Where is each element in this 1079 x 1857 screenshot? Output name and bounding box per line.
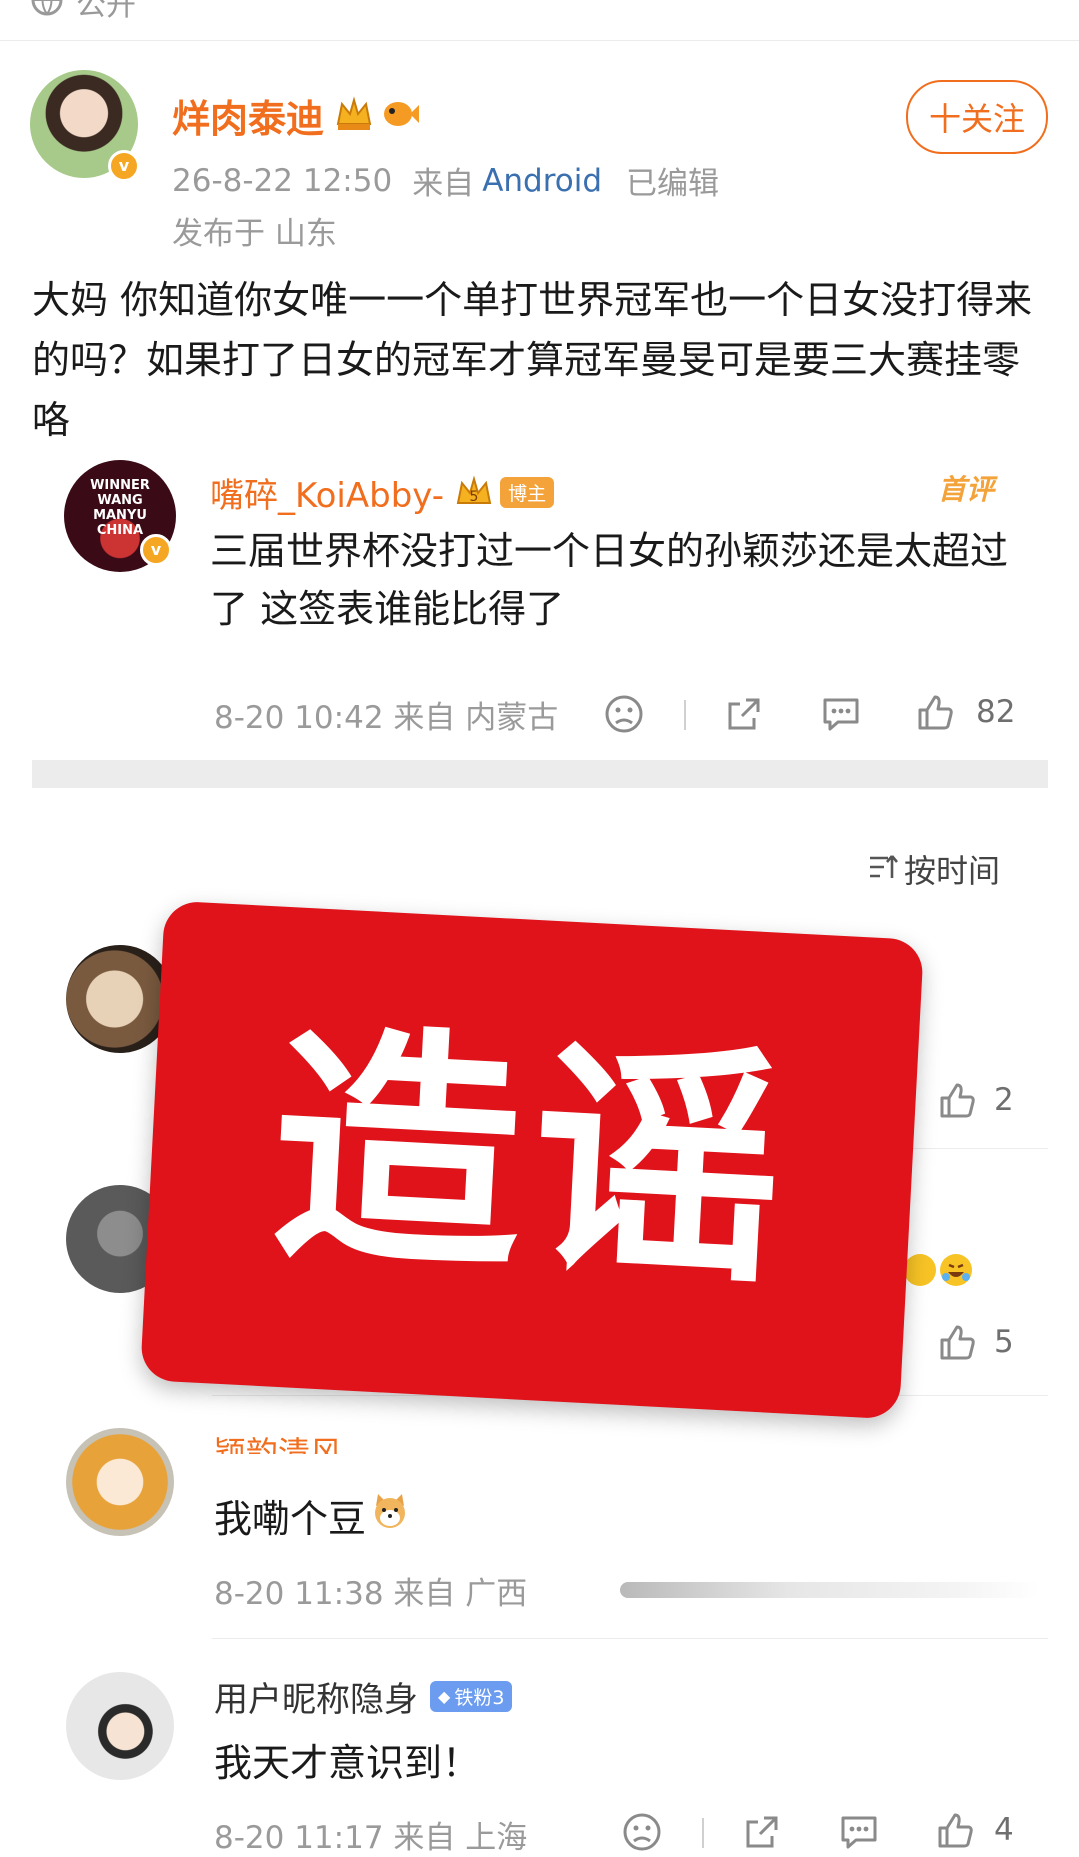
source-prefix: 来自	[412, 166, 475, 202]
sort-label: 按时间	[904, 852, 1001, 890]
sort-control[interactable]: 按时间	[868, 846, 1000, 892]
divider	[0, 40, 1079, 41]
quoted-text: 三届世界杯没打过一个日女的孙颖莎还是太超过了 这签表谁能比得了	[210, 529, 1009, 631]
action-separator	[702, 1818, 704, 1848]
comment-user-row: 用户昵称隐身 ◆ 铁粉3	[214, 1672, 513, 1721]
comment-avatar[interactable]	[66, 1428, 174, 1536]
like-icon[interactable]	[914, 692, 956, 738]
post-date: 26-8-22 12:50	[172, 162, 393, 199]
comment-meta: 8-20 11:38 来自 广西	[214, 1568, 527, 1613]
svg-text:5: 5	[470, 489, 479, 505]
like-count: 82	[976, 694, 1016, 730]
dislike-face-icon[interactable]	[604, 694, 644, 738]
rumor-stamp: 造谣	[139, 900, 925, 1420]
action-bar-blurred	[620, 1582, 1040, 1598]
author-row: 烊肉泰迪	[172, 88, 420, 143]
crown-icon	[334, 95, 374, 136]
top-bar: 公开	[30, 0, 136, 23]
comment-meta: 8-20 11:17 来自 上海	[214, 1812, 527, 1857]
verified-badge-icon: v	[140, 534, 172, 566]
iron-fan-badge: ◆ 铁粉3	[430, 1681, 513, 1712]
dislike-face-icon[interactable]	[622, 1812, 662, 1856]
post-text: 大妈 你知道你女唯一一个单打世界冠军也一个日女没打得来的吗？如果打了日女的冠军才…	[32, 278, 1033, 442]
comment-icon[interactable]	[820, 694, 862, 738]
first-comment-tag: 首评	[938, 473, 995, 506]
like-icon[interactable]	[934, 1810, 976, 1856]
post-location: 发布于 山东	[172, 208, 337, 253]
emoji-laugh-icon	[900, 1250, 980, 1294]
shiba-emoji-icon	[370, 1492, 410, 1539]
comment-text: 我嘞个豆	[214, 1488, 410, 1543]
comment-text-body: 我嘞个豆	[214, 1497, 367, 1541]
comment-meta-text: 8-20 11:38 来自 广西	[214, 1576, 528, 1612]
quoted-user-row: 嘴碎_KoiAbby- 5 博主	[210, 468, 555, 517]
avatar-caption: WINNER WANG MANYU CHINA	[90, 478, 150, 538]
verified-badge-icon: v	[108, 150, 140, 182]
like-icon[interactable]	[936, 1080, 978, 1126]
comment-icon[interactable]	[838, 1812, 880, 1856]
author-name[interactable]: 烊肉泰迪	[172, 88, 324, 143]
action-separator	[684, 700, 686, 730]
crown-level-icon: 5	[454, 474, 494, 511]
quoted-meta-text: 8-20 10:42 来自 内蒙古	[214, 700, 559, 736]
diamond-icon: ◆	[438, 1687, 451, 1706]
like-count: 5	[994, 1324, 1014, 1360]
visibility-label: 公开	[76, 0, 136, 23]
follow-button[interactable]: 十关注	[906, 80, 1048, 154]
fish-icon	[380, 97, 420, 135]
iron-fan-label: 铁粉3	[454, 1687, 505, 1709]
like-count: 4	[994, 1812, 1014, 1848]
blogger-badge: 博主	[500, 477, 555, 508]
share-icon[interactable]	[742, 1812, 782, 1856]
comment-divider	[212, 1638, 1048, 1639]
comment-user-partial[interactable]: 颖韵清风	[214, 1428, 342, 1454]
rumor-stamp-text: 造谣	[264, 1000, 800, 1319]
share-icon[interactable]	[724, 694, 764, 738]
sort-icon	[868, 852, 898, 886]
comment-meta-text: 8-20 11:17 来自 上海	[214, 1820, 528, 1856]
globe-icon	[30, 0, 64, 21]
post-meta: 26-8-22 12:50 来自 Android 已编辑	[172, 158, 719, 203]
follow-label: 十关注	[928, 100, 1025, 138]
section-separator	[32, 760, 1048, 788]
edited-label[interactable]: 已编辑	[626, 158, 719, 203]
like-count: 2	[994, 1082, 1014, 1118]
quoted-meta: 8-20 10:42 来自 内蒙古	[214, 692, 558, 737]
comment-avatar[interactable]	[66, 1672, 174, 1780]
like-icon[interactable]	[936, 1322, 978, 1368]
source-device[interactable]: Android	[482, 163, 602, 199]
quoted-user-name[interactable]: 嘴碎_KoiAbby-	[210, 468, 444, 517]
comment-user-name[interactable]: 用户昵称隐身	[214, 1672, 418, 1721]
comment-text: 我天才意识到！	[214, 1741, 481, 1785]
location-text: 发布于 山东	[172, 216, 337, 252]
